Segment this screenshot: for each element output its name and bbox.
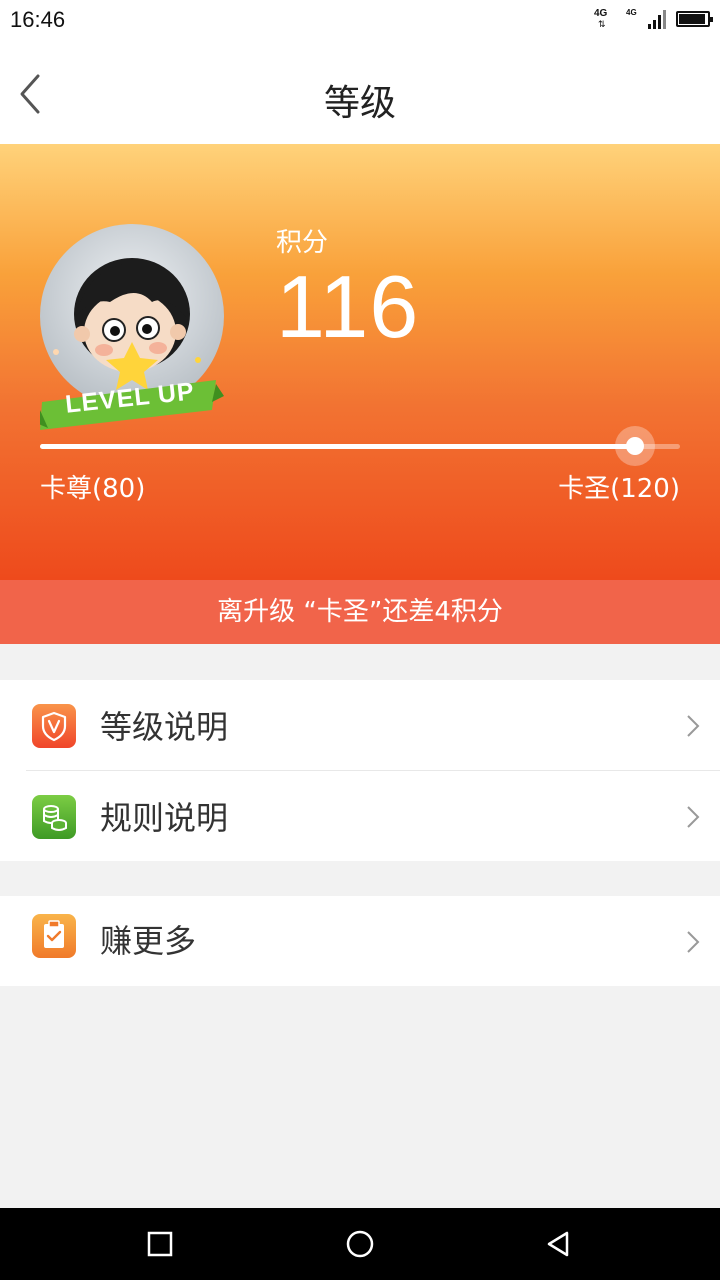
triangle-back-icon xyxy=(547,1231,569,1257)
circle-icon xyxy=(346,1230,374,1258)
status-bar: 16:46 4G ⇅ 4G xyxy=(0,0,720,40)
points-value: 116 xyxy=(276,257,420,356)
coins-icon xyxy=(32,795,76,839)
next-level-label: 卡圣(120) xyxy=(558,474,680,504)
status-icons: 4G ⇅ 4G xyxy=(594,6,713,32)
network-4g-icon: 4G ⇅ xyxy=(594,8,616,30)
chevron-right-icon xyxy=(687,931,700,953)
menu-group-earn: 赚更多 xyxy=(0,896,720,986)
menu-group-info: 等级说明 规则说明 xyxy=(0,680,720,861)
menu-item-level-info[interactable]: 等级说明 xyxy=(0,680,720,770)
shield-v-icon xyxy=(32,704,76,748)
home-button[interactable] xyxy=(342,1226,378,1262)
battery-icon xyxy=(676,11,713,27)
network-label-2: 4G xyxy=(626,8,637,17)
level-progress-bar xyxy=(40,426,680,466)
recent-apps-button[interactable] xyxy=(142,1226,178,1262)
level-hero: LEVEL UP 积分 116 卡尊(80) 卡圣(120) xyxy=(0,144,720,580)
progress-fill xyxy=(40,444,636,449)
chevron-right-icon xyxy=(687,715,700,737)
battery-fill xyxy=(679,14,705,24)
points-label: 积分 xyxy=(276,228,329,258)
menu-item-earn-more[interactable]: 赚更多 xyxy=(0,896,720,986)
progress-knob-dot xyxy=(626,437,645,455)
current-level-label: 卡尊(80) xyxy=(40,474,146,504)
menu-item-rules[interactable]: 规则说明 xyxy=(0,771,720,861)
menu-label-earn-more: 赚更多 xyxy=(100,922,197,960)
chevron-right-icon xyxy=(687,806,700,828)
menu-label-level-info: 等级说明 xyxy=(100,708,229,746)
menu-label-rules: 规则说明 xyxy=(100,799,229,837)
upgrade-notice: 离升级 “卡圣”还差4积分 xyxy=(0,580,720,644)
system-nav-bar xyxy=(0,1208,720,1280)
page-title: 等级 xyxy=(323,83,396,124)
data-arrows-icon: ⇅ xyxy=(598,20,606,30)
network-4g-secondary-icon: 4G xyxy=(626,8,638,30)
clipboard-check-icon xyxy=(32,914,76,958)
system-back-button[interactable] xyxy=(540,1226,576,1262)
progress-knob xyxy=(615,426,656,466)
square-icon xyxy=(147,1231,173,1257)
network-label: 4G xyxy=(594,8,608,19)
signal-icon xyxy=(648,9,666,29)
status-time: 16:46 xyxy=(10,7,66,32)
app-header: 等级 xyxy=(0,40,720,144)
